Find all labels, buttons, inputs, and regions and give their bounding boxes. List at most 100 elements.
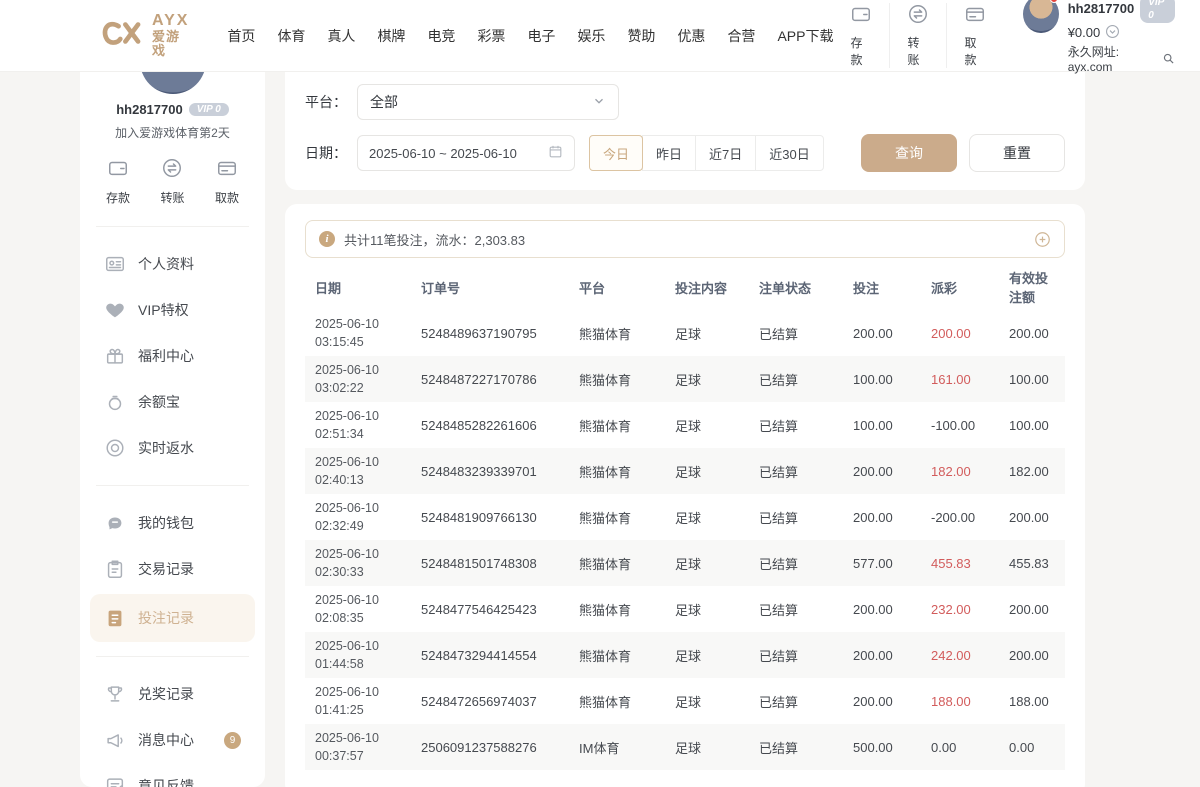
date-range-value: 2025-06-10 ~ 2025-06-10 [369, 146, 517, 161]
sidebar-item-message-center[interactable]: 消息中心9 [80, 717, 265, 763]
user-block[interactable]: hh2817700 VIP 0 ¥0.00 永久网址: ayx.com [1023, 0, 1174, 76]
sidebar-item-feedback[interactable]: 意见反馈 [80, 763, 265, 787]
cell-valid-amount: 0.00 [1009, 740, 1055, 755]
table-header: 日期订单号平台投注内容注单状态投注派彩有效投注额 [305, 264, 1065, 310]
divider [96, 485, 249, 486]
cell-order-no: 5248483239339701 [421, 464, 579, 479]
cell-valid-amount: 188.00 [1009, 694, 1055, 709]
cell-bet-content: 足球 [675, 692, 759, 711]
search-icon[interactable] [1162, 52, 1175, 70]
search-button[interactable]: 查询 [861, 134, 957, 172]
range-button-last-30-days[interactable]: 近30日 [755, 135, 823, 171]
cell-payout: -200.00 [931, 510, 1009, 525]
divider [96, 656, 249, 657]
sidebar-item-yuebao[interactable]: 余额宝 [80, 379, 265, 425]
platform-select[interactable]: 全部 [357, 84, 619, 120]
date-range-input[interactable]: 2025-06-10 ~ 2025-06-10 [357, 135, 575, 171]
sidebar-item-my-wallet[interactable]: 我的钱包 [80, 500, 265, 546]
nav-item-entertainment[interactable]: 娱乐 [577, 26, 605, 46]
cell-bet-content: 足球 [675, 370, 759, 389]
cell-valid-amount: 100.00 [1009, 418, 1055, 433]
sidebar-item-redeem-records[interactable]: 兑奖记录 [80, 671, 265, 717]
column-header: 派彩 [931, 278, 1009, 297]
chevron-down-circle-icon[interactable] [1105, 24, 1120, 44]
sidebar-item-profile[interactable]: 个人资料 [80, 241, 265, 287]
cell-status: 已结算 [759, 324, 853, 343]
subtotal-label: 小计 [315, 784, 385, 787]
sidebar-item-betting-records[interactable]: 投注记录 [90, 594, 255, 642]
cell-payout: 455.83 [931, 556, 1009, 571]
table-row: 2025-06-1000:37:57 2506091237588276 IM体育… [305, 724, 1065, 770]
cell-platform: 熊猫体育 [579, 370, 675, 389]
piggy-icon [104, 512, 126, 534]
transfer-button[interactable]: 转账 [160, 157, 184, 206]
wallet-icon [850, 3, 872, 30]
gift-icon [104, 345, 126, 367]
brand-logo[interactable]: AYX 爱游戏 [100, 13, 189, 57]
cell-datetime: 2025-06-1002:40:13 [315, 453, 421, 489]
card-icon [216, 157, 238, 184]
range-button-today[interactable]: 今日 [589, 135, 643, 171]
nav-item-card-games[interactable]: 棋牌 [377, 26, 405, 46]
profile-avatar[interactable] [140, 72, 206, 94]
username: hh2817700 [1068, 1, 1135, 18]
plus-circle-icon[interactable] [1034, 231, 1051, 248]
top-header: AYX 爱游戏 首页 体育 真人 棋牌 电竞 彩票 电子 娱乐 赞助 优惠 合营 APP下载 存款 转… [0, 0, 1200, 72]
cell-payout: 242.00 [931, 648, 1009, 663]
nav-item-affiliate[interactable]: 合营 [727, 26, 755, 46]
nav-item-lottery[interactable]: 彩票 [477, 26, 505, 46]
withdraw-button[interactable]: 取款 [946, 3, 1003, 68]
cell-status: 已结算 [759, 554, 853, 573]
cell-valid-amount: 455.83 [1009, 556, 1055, 571]
nav-item-app-download[interactable]: APP下载 [777, 26, 833, 46]
sidebar-item-vip-privileges[interactable]: VIP特权 [80, 287, 265, 333]
bet-records-panel: i 共计11笔投注，流水：2,303.83 日期订单号平台投注内容注单状态投注派… [285, 204, 1085, 787]
filter-panel: 平台： 全部 日期： 2025-06-10 ~ 2025-06-10 今日昨日近… [285, 72, 1085, 190]
sidebar-item-transaction-records[interactable]: 交易记录 [80, 546, 265, 592]
nav-item-home[interactable]: 首页 [227, 26, 255, 46]
cell-valid-amount: 100.00 [1009, 372, 1055, 387]
nav-item-esports[interactable]: 电竞 [427, 26, 455, 46]
deposit-button[interactable]: 存款 [106, 157, 130, 206]
balance: ¥0.00 [1068, 25, 1101, 42]
cell-datetime: 2025-06-1002:08:35 [315, 591, 421, 627]
sidebar-item-realtime-rebate[interactable]: 实时返水 [80, 425, 265, 471]
cell-bet-content: 足球 [675, 646, 759, 665]
nav-item-promotions[interactable]: 优惠 [677, 26, 705, 46]
sidebar-item-welfare-center[interactable]: 福利中心 [80, 333, 265, 379]
note-icon [104, 775, 126, 787]
transfer-button[interactable]: 转账 [889, 3, 946, 68]
cell-platform: 熊猫体育 [579, 646, 675, 665]
cell-valid-amount: 182.00 [1009, 464, 1055, 479]
column-header: 平台 [579, 278, 675, 297]
nav-item-slots[interactable]: 电子 [527, 26, 555, 46]
nav-item-sponsorship[interactable]: 赞助 [627, 26, 655, 46]
cell-order-no: 5248473294414554 [421, 648, 579, 663]
cell-order-no: 5248485282261606 [421, 418, 579, 433]
range-button-last-7-days[interactable]: 近7日 [695, 135, 756, 171]
withdraw-button[interactable]: 取款 [215, 157, 239, 206]
nav-item-sports[interactable]: 体育 [277, 26, 305, 46]
deposit-button[interactable]: 存款 [833, 3, 889, 68]
cell-bet-content: 足球 [675, 508, 759, 527]
reset-button[interactable]: 重置 [969, 134, 1065, 172]
main-nav: 首页 体育 真人 棋牌 电竞 彩票 电子 娱乐 赞助 优惠 合营 APP下载 [227, 26, 833, 46]
header-quick-actions: 存款 转账 取款 [833, 3, 1003, 68]
summary-text: 共计11笔投注，流水：2,303.83 [344, 230, 525, 249]
avatar[interactable] [1023, 0, 1058, 33]
cell-bet-amount: 100.00 [853, 372, 931, 387]
megaphone-icon [104, 729, 126, 751]
column-header: 注单状态 [759, 278, 853, 297]
column-header: 投注 [853, 278, 931, 297]
range-button-yesterday[interactable]: 昨日 [642, 135, 696, 171]
cell-bet-amount: 200.00 [853, 464, 931, 479]
table-row: 2025-06-1002:40:13 5248483239339701 熊猫体育… [305, 448, 1065, 494]
cell-status: 已结算 [759, 600, 853, 619]
info-icon: i [319, 231, 335, 247]
bet-doc-icon [104, 607, 126, 629]
cell-platform: 熊猫体育 [579, 462, 675, 481]
cell-order-no: 5248487227170786 [421, 372, 579, 387]
nav-item-live-casino[interactable]: 真人 [327, 26, 355, 46]
table-row: 2025-06-1001:41:25 5248472656974037 熊猫体育… [305, 678, 1065, 724]
chevron-down-icon [592, 94, 606, 111]
